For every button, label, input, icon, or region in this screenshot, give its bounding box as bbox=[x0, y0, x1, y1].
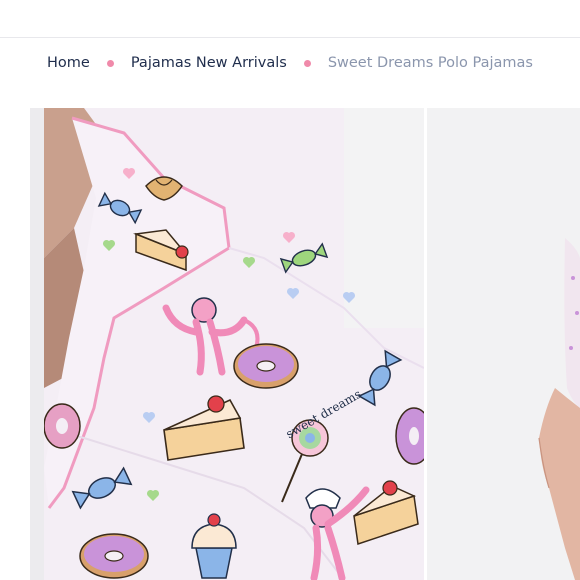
breadcrumb-separator-dot bbox=[106, 59, 114, 67]
model-photo-illustration bbox=[427, 108, 580, 580]
product-image-gallery: sweet dreams bbox=[0, 108, 580, 580]
site-header bbox=[0, 0, 580, 38]
breadcrumb: Home Pajamas New Arrivals Sweet Dreams P… bbox=[0, 52, 580, 74]
gallery-frame-edge bbox=[30, 108, 44, 580]
breadcrumb-current-page: Sweet Dreams Polo Pajamas bbox=[327, 55, 533, 71]
breadcrumb-home-link[interactable]: Home bbox=[47, 55, 90, 71]
product-image-secondary[interactable] bbox=[427, 108, 580, 580]
breadcrumb-category-link[interactable]: Pajamas New Arrivals bbox=[131, 55, 287, 71]
breadcrumb-separator-dot bbox=[303, 59, 311, 67]
pajama-print-illustration: sweet dreams bbox=[44, 108, 424, 580]
product-image-main[interactable]: sweet dreams bbox=[44, 108, 424, 580]
